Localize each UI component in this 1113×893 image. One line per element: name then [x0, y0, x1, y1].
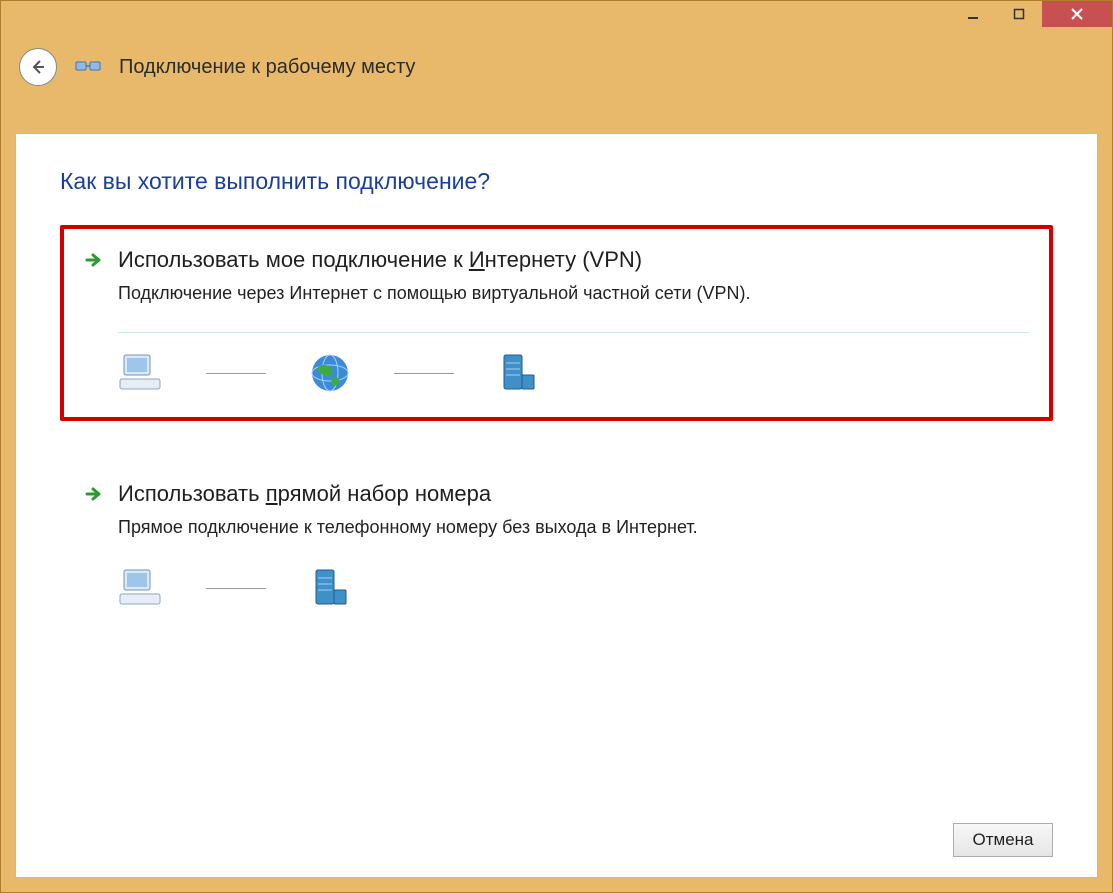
wizard-title: Подключение к рабочему месту	[119, 56, 415, 79]
footer: Отмена	[60, 811, 1053, 857]
arrow-right-icon	[84, 250, 104, 270]
option-dial[interactable]: Использовать прямой набор номера Прямое …	[60, 459, 1053, 636]
connector-line	[394, 373, 454, 374]
option-dial-title-accel: п	[266, 481, 278, 506]
wizard-header: Подключение к рабочему месту	[1, 35, 1112, 99]
option-vpn-title-post: нтернету (VPN)	[485, 247, 642, 272]
connector-line	[206, 373, 266, 374]
arrow-right-icon	[84, 484, 104, 504]
maximize-button[interactable]	[996, 1, 1042, 27]
option-dial-title-post: рямой набор номера	[278, 481, 491, 506]
option-vpn-desc: Подключение через Интернет с помощью вир…	[118, 283, 1029, 304]
option-dial-diagram	[118, 566, 1029, 610]
server-icon	[494, 351, 542, 395]
wizard-icon	[75, 56, 101, 78]
option-dial-header: Использовать прямой набор номера	[84, 481, 1029, 507]
option-dial-title: Использовать прямой набор номера	[118, 481, 491, 507]
option-vpn-header: Использовать мое подключение к Интернету…	[84, 247, 1029, 273]
computer-icon	[118, 351, 166, 395]
close-button[interactable]	[1042, 1, 1112, 27]
option-vpn-title-pre: Использовать мое подключение к	[118, 247, 469, 272]
option-dial-desc: Прямое подключение к телефонному номеру …	[118, 517, 1029, 538]
option-vpn-diagram	[118, 332, 1029, 395]
cancel-button[interactable]: Отмена	[953, 823, 1053, 857]
connector-line	[206, 588, 266, 589]
server-icon	[306, 566, 354, 610]
content-pane: Как вы хотите выполнить подключение? Исп…	[15, 133, 1098, 878]
option-vpn-title: Использовать мое подключение к Интернету…	[118, 247, 642, 273]
wizard-window: Подключение к рабочему месту Как вы хоти…	[0, 0, 1113, 893]
back-button[interactable]	[19, 48, 57, 86]
question-heading: Как вы хотите выполнить подключение?	[60, 168, 1053, 195]
option-vpn[interactable]: Использовать мое подключение к Интернету…	[60, 225, 1053, 421]
option-dial-title-pre: Использовать	[118, 481, 266, 506]
globe-icon	[306, 351, 354, 395]
titlebar	[1, 1, 1112, 35]
minimize-button[interactable]	[950, 1, 996, 27]
computer-icon	[118, 566, 166, 610]
option-vpn-title-accel: И	[469, 247, 485, 272]
